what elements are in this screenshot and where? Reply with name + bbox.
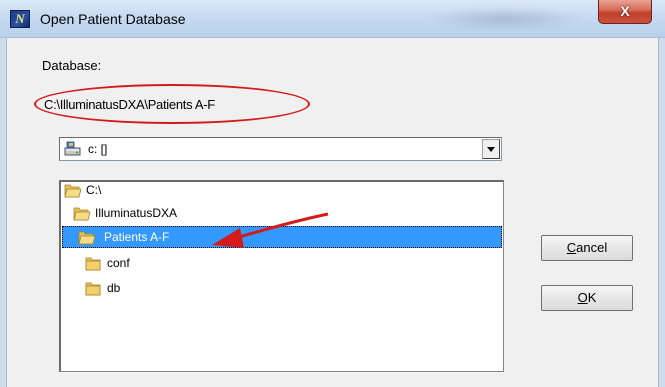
path-highlight-ellipse bbox=[34, 84, 310, 124]
red-arrow-annotation bbox=[212, 212, 329, 248]
directory-item-label: IlluminatusDXA bbox=[95, 206, 178, 220]
drive-icon bbox=[64, 141, 81, 156]
ok-button[interactable]: OK bbox=[541, 285, 633, 311]
directory-item-label: C:\ bbox=[86, 183, 102, 197]
folder-open-icon bbox=[78, 231, 96, 245]
drive-select[interactable]: c: [] bbox=[59, 137, 502, 161]
window-title: Open Patient Database bbox=[40, 11, 186, 27]
title-bar[interactable]: N Open Patient Database X bbox=[0, 0, 665, 38]
database-label: Database: bbox=[42, 58, 102, 73]
ok-button-accel: O bbox=[577, 290, 588, 305]
folder-closed-icon bbox=[85, 257, 101, 271]
window-right-border bbox=[658, 38, 665, 387]
directory-item-label: Patients A-F bbox=[104, 230, 170, 244]
directory-item-label: db bbox=[107, 281, 121, 295]
app-icon: N bbox=[10, 10, 30, 28]
folder-closed-icon bbox=[85, 282, 101, 296]
directory-item-label: conf bbox=[107, 256, 130, 270]
ok-button-label: K bbox=[587, 290, 597, 305]
window-left-border bbox=[0, 38, 7, 387]
cancel-button-accel: C bbox=[566, 240, 577, 255]
folder-open-icon bbox=[64, 184, 82, 198]
title-bar-glow bbox=[425, 6, 585, 32]
chevron-down-icon[interactable] bbox=[482, 139, 500, 159]
cancel-button-label: ancel bbox=[576, 240, 608, 255]
drive-select-value: c: [] bbox=[88, 142, 108, 156]
folder-open-icon bbox=[73, 207, 91, 221]
close-button[interactable]: X bbox=[598, 0, 652, 24]
cancel-button[interactable]: Cancel bbox=[541, 235, 633, 261]
